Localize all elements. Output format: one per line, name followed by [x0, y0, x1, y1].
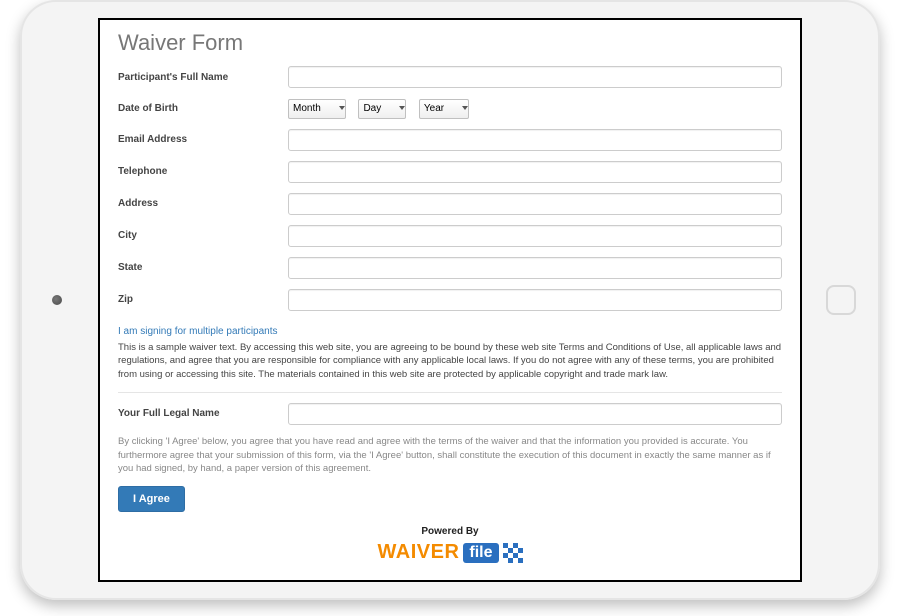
label-state: State [118, 262, 288, 273]
label-full-name: Participant's Full Name [118, 72, 288, 83]
label-legal-name: Your Full Legal Name [118, 408, 288, 419]
label-email: Email Address [118, 134, 288, 145]
logo-text-file: file [463, 543, 498, 563]
input-city[interactable] [288, 225, 782, 247]
agreement-text: By clicking 'I Agree' below, you agree t… [118, 435, 782, 476]
input-email[interactable] [288, 129, 782, 151]
footer: Powered By WAIVER file [118, 526, 782, 564]
app-screen: Waiver Form Participant's Full Name Date… [98, 18, 802, 582]
row-dob: Date of Birth Month Day Year [118, 98, 782, 119]
row-telephone: Telephone [118, 161, 782, 183]
powered-by-label: Powered By [118, 526, 782, 537]
row-state: State [118, 257, 782, 279]
row-address: Address [118, 193, 782, 215]
row-zip: Zip [118, 289, 782, 311]
input-zip[interactable] [288, 289, 782, 311]
tablet-home-button[interactable] [826, 285, 856, 315]
agree-button[interactable]: I Agree [118, 486, 185, 512]
page-title: Waiver Form [118, 30, 782, 56]
select-dob-month[interactable]: Month [288, 99, 346, 119]
input-address[interactable] [288, 193, 782, 215]
label-address: Address [118, 198, 288, 209]
select-dob-year[interactable]: Year [419, 99, 469, 119]
waiverfile-logo: WAIVER file [377, 541, 522, 564]
link-multiple-participants[interactable]: I am signing for multiple participants [118, 326, 278, 337]
label-zip: Zip [118, 294, 288, 305]
input-state[interactable] [288, 257, 782, 279]
label-city: City [118, 230, 288, 241]
divider [118, 392, 782, 393]
tablet-camera-icon [52, 295, 62, 305]
input-legal-name[interactable] [288, 403, 782, 425]
input-telephone[interactable] [288, 161, 782, 183]
row-legal-name: Your Full Legal Name [118, 403, 782, 425]
waiver-text: This is a sample waiver text. By accessi… [118, 341, 782, 382]
row-full-name: Participant's Full Name [118, 66, 782, 88]
select-dob-day[interactable]: Day [358, 99, 406, 119]
logo-text-waiver: WAIVER [377, 541, 459, 564]
tablet-frame: Waiver Form Participant's Full Name Date… [20, 0, 880, 600]
row-email: Email Address [118, 129, 782, 151]
row-city: City [118, 225, 782, 247]
input-full-name[interactable] [288, 66, 782, 88]
logo-checker-icon [503, 543, 523, 563]
label-dob: Date of Birth [118, 103, 288, 114]
label-telephone: Telephone [118, 166, 288, 177]
